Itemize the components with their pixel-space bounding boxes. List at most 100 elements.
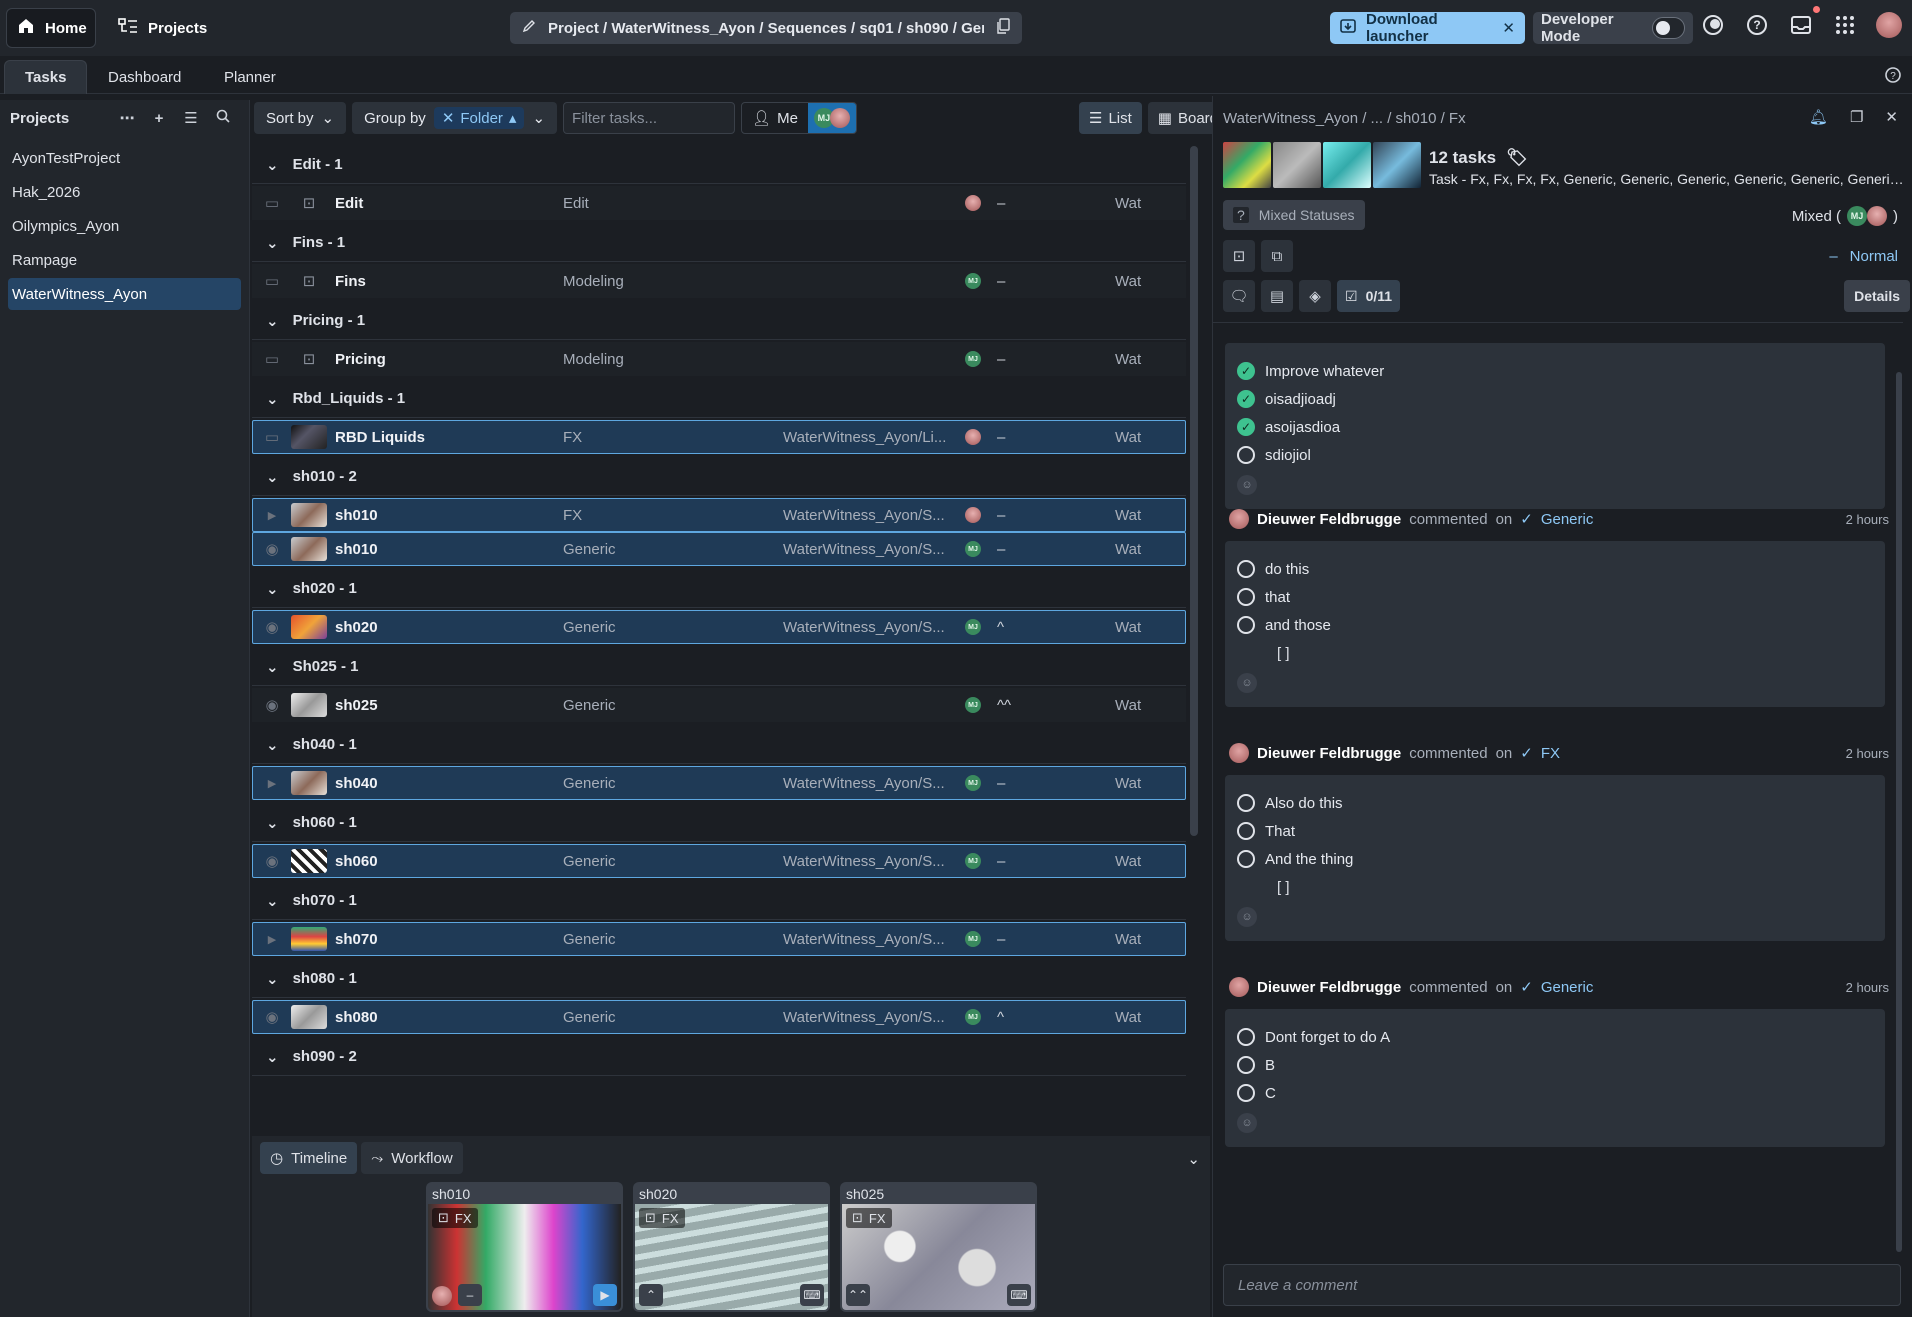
assignee-cell[interactable]: MJ: [959, 931, 987, 947]
group-header[interactable]: ⌄ Fins - 1: [252, 224, 1186, 262]
chevron-down-icon[interactable]: ⌄: [266, 390, 279, 408]
checklist-item[interactable]: do this: [1237, 555, 1873, 583]
table-row[interactable]: ◉ sh020 Generic WaterWitness_Ayon/S... MJ ^ Wa…: [252, 610, 1186, 644]
assignee-cell[interactable]: MJ: [959, 697, 987, 713]
tab-dashboard[interactable]: Dashboard: [88, 60, 201, 94]
keyboard-icon[interactable]: ⌨: [1007, 1284, 1031, 1306]
checklist-item[interactable]: Also do this: [1237, 789, 1873, 817]
add-reaction-icon[interactable]: ☺: [1237, 907, 1257, 927]
group-header[interactable]: ⌄ sh090 - 2: [252, 1038, 1186, 1076]
sidebar-item-project[interactable]: Oilympics_Ayon: [8, 210, 241, 242]
me-filter[interactable]: 👤︎ Me MJ: [741, 102, 857, 134]
sidebar-item-project[interactable]: Rampage: [8, 244, 241, 276]
checkbox-icon[interactable]: [1237, 822, 1255, 840]
checklist-icon[interactable]: ☰: [175, 109, 207, 127]
checkbox-icon[interactable]: ▭: [253, 428, 291, 446]
priority-cell[interactable]: –: [987, 931, 1115, 948]
assignee-cell[interactable]: [959, 429, 987, 445]
checkbox-icon[interactable]: [1237, 1084, 1255, 1102]
checkbox-icon[interactable]: [1237, 588, 1255, 606]
checklist-item[interactable]: That: [1237, 817, 1873, 845]
checkbox-icon[interactable]: [1237, 1056, 1255, 1074]
priority-cell[interactable]: –: [987, 853, 1115, 870]
eye-icon[interactable]: ◉: [253, 1008, 291, 1026]
page-help-icon[interactable]: ?: [1884, 66, 1902, 88]
table-row[interactable]: ▭ RBD Liquids FX WaterWitness_Ayon/Li... – Wa…: [252, 420, 1186, 454]
table-row[interactable]: ◉ sh080 Generic WaterWitness_Ayon/S... MJ ^ Wa…: [252, 1000, 1186, 1034]
group-header[interactable]: ⌄ sh070 - 1: [252, 882, 1186, 920]
checklist-item[interactable]: ✓ Improve whatever: [1237, 357, 1873, 385]
details-breadcrumb[interactable]: WaterWitness_Ayon / ... / sh010 / Fx: [1223, 110, 1466, 127]
priority-icon[interactable]: –: [458, 1284, 482, 1306]
checkbox-icon[interactable]: [1237, 1028, 1255, 1046]
checkbox-icon[interactable]: ✓: [1237, 418, 1255, 436]
chevron-down-icon[interactable]: ⌄: [266, 468, 279, 486]
edit-icon[interactable]: [522, 19, 536, 37]
sort-by-button[interactable]: Sort by ⌄: [254, 102, 347, 134]
add-reaction-icon[interactable]: ☺: [1237, 475, 1257, 495]
close-icon[interactable]: ✕: [1885, 108, 1898, 126]
priority-cell[interactable]: ^: [987, 1009, 1115, 1026]
chat-icon[interactable]: [1700, 12, 1726, 38]
chevron-down-icon[interactable]: ⌄: [266, 892, 279, 910]
comment-target[interactable]: Generic: [1541, 979, 1594, 996]
breadcrumb[interactable]: Project / WaterWitness_Ayon / Sequences …: [510, 12, 1022, 44]
workflow-tab[interactable]: ⤳ Workflow: [361, 1142, 463, 1174]
checklist-item[interactable]: ✓ oisadjioadj: [1237, 385, 1873, 413]
play-icon[interactable]: ▶: [593, 1284, 617, 1306]
assignee-cell[interactable]: MJ: [959, 853, 987, 869]
eye-icon[interactable]: ◉: [253, 618, 291, 636]
timeline-tab[interactable]: ◷ Timeline: [260, 1142, 358, 1174]
chevron-down-icon[interactable]: ⌄: [266, 312, 279, 330]
priority-icon[interactable]: ⌃⌃: [846, 1284, 870, 1306]
chevron-down-icon[interactable]: ⌄: [266, 658, 279, 676]
search-icon[interactable]: [207, 109, 239, 127]
comments-icon[interactable]: ▤: [1261, 280, 1293, 312]
comment-author[interactable]: Dieuwer Feldbrugge: [1257, 979, 1401, 996]
checkbox-icon[interactable]: [1237, 446, 1255, 464]
checkbox-icon[interactable]: [1237, 560, 1255, 578]
timeline-card[interactable]: sh010 ⊡ FX – ▶: [426, 1182, 623, 1312]
expand-play-icon[interactable]: ▶: [253, 777, 291, 790]
eye-icon[interactable]: ◉: [253, 696, 291, 714]
group-chip[interactable]: ✕ Folder ▴: [433, 107, 525, 129]
collapse-chevron-icon[interactable]: ⌄: [1187, 1150, 1200, 1168]
group-header[interactable]: ⌄ Sh025 - 1: [252, 648, 1186, 686]
checklist-item[interactable]: Dont forget to do A: [1237, 1023, 1873, 1051]
notification-bell-icon[interactable]: 🔔︎: [1809, 108, 1828, 126]
chevron-down-icon[interactable]: ⌄: [266, 1048, 279, 1066]
group-header[interactable]: ⌄ sh080 - 1: [252, 960, 1186, 998]
priority-icon[interactable]: ⌃: [639, 1284, 663, 1306]
expand-play-icon[interactable]: ▶: [253, 933, 291, 946]
priority-cell[interactable]: –: [987, 541, 1115, 558]
list-scrollbar[interactable]: [1190, 146, 1198, 836]
list-view-button[interactable]: ☰ List: [1078, 102, 1142, 134]
priority-cell[interactable]: –: [987, 195, 1115, 212]
activity-icon[interactable]: 🗨︎: [1223, 280, 1255, 312]
add-reaction-icon[interactable]: ☺: [1237, 1113, 1257, 1133]
priority-cell[interactable]: –: [987, 429, 1115, 446]
projects-button[interactable]: Projects: [110, 8, 215, 48]
comment-author[interactable]: Dieuwer Feldbrugge: [1257, 745, 1401, 762]
tab-tasks[interactable]: Tasks: [4, 60, 88, 94]
checklist-item[interactable]: that: [1237, 583, 1873, 611]
checkbox-icon[interactable]: ✓: [1237, 390, 1255, 408]
priority-cell[interactable]: –: [987, 507, 1115, 524]
expand-play-icon[interactable]: ▶: [253, 509, 291, 522]
assignee-cell[interactable]: MJ: [959, 541, 987, 557]
checklist-item[interactable]: And the thing: [1237, 845, 1873, 873]
priority-selector[interactable]: – Normal: [1829, 248, 1898, 265]
group-header[interactable]: ⌄ sh060 - 1: [252, 804, 1186, 842]
group-header[interactable]: ⌄ Edit - 1: [252, 146, 1186, 184]
table-row[interactable]: ◉ sh010 Generic WaterWitness_Ayon/S... MJ – Wa…: [252, 532, 1186, 566]
checkbox-icon[interactable]: ✓: [1237, 362, 1255, 380]
checkbox-icon[interactable]: [1237, 850, 1255, 868]
priority-cell[interactable]: ^: [987, 619, 1115, 636]
sort-asc-icon[interactable]: ▴: [509, 109, 517, 127]
version-icon[interactable]: ⊡: [1223, 240, 1255, 272]
sidebar-item-project[interactable]: AyonTestProject: [8, 142, 241, 174]
table-row[interactable]: ▭ ⊡ Fins Modeling MJ – Wat: [252, 264, 1186, 298]
tag-icon[interactable]: 🏷︎: [1506, 148, 1528, 168]
open-window-icon[interactable]: ❐: [1850, 108, 1863, 126]
assignee-cell[interactable]: [959, 507, 987, 523]
